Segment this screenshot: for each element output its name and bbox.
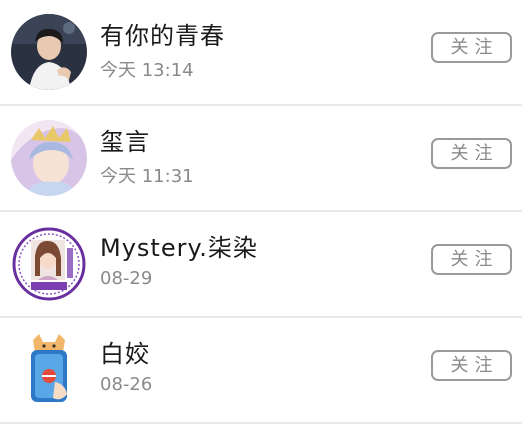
- boy-photo-avatar-icon: [11, 14, 87, 90]
- timestamp: 08-29: [100, 268, 153, 289]
- avatar[interactable]: [11, 332, 87, 408]
- user-name: 有你的青春: [100, 22, 225, 50]
- list-item[interactable]: 有你的青春 今天 13:14 关注: [0, 0, 522, 106]
- list-item[interactable]: 白姣 08-26 关注: [0, 318, 522, 424]
- follow-button[interactable]: 关注: [431, 350, 512, 381]
- avatar[interactable]: [11, 120, 87, 196]
- follow-button[interactable]: 关注: [431, 244, 512, 275]
- follow-button[interactable]: 关注: [431, 32, 512, 63]
- purple-stamp-girl-avatar-icon: [11, 226, 87, 302]
- crowned-anime-avatar-icon: [11, 120, 87, 196]
- timestamp: 今天 11:31: [100, 166, 194, 187]
- follower-list: 有你的青春 今天 13:14 关注 玺言 今天 11:31 关注 Mystery…: [0, 0, 522, 429]
- timestamp: 今天 13:14: [100, 60, 194, 81]
- user-name: Mystery.柒染: [100, 234, 258, 262]
- follow-button[interactable]: 关注: [431, 138, 512, 169]
- shiba-cup-avatar-icon: [11, 332, 87, 408]
- user-name: 白姣: [100, 340, 150, 368]
- timestamp: 08-26: [100, 374, 153, 395]
- avatar[interactable]: [11, 14, 87, 90]
- list-item[interactable]: 玺言 今天 11:31 关注: [0, 106, 522, 212]
- user-name: 玺言: [100, 128, 150, 156]
- list-item[interactable]: Mystery.柒染 08-29 关注: [0, 212, 522, 318]
- avatar[interactable]: [11, 226, 87, 302]
